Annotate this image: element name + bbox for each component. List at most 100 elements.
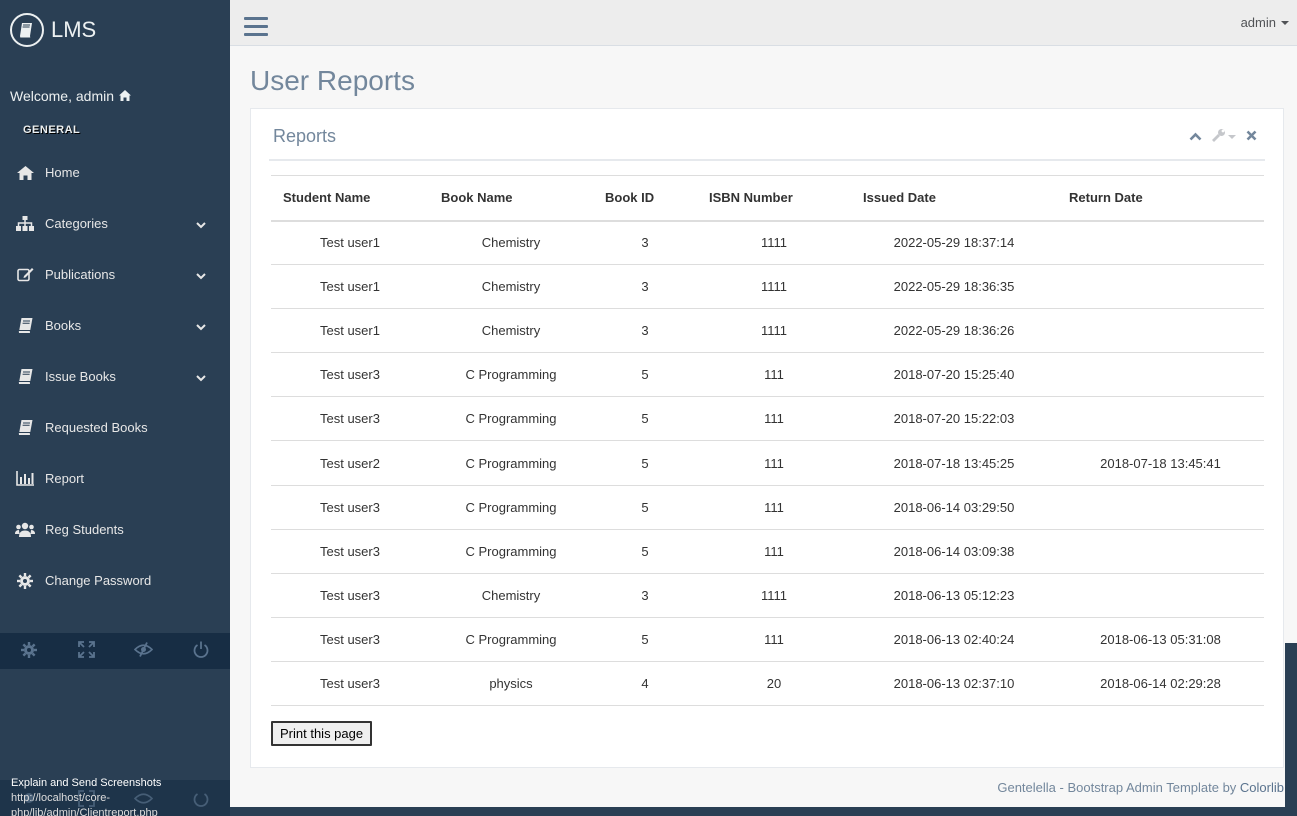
column-header-isbn: ISBN Number <box>697 175 851 222</box>
user-profile-dropdown[interactable]: admin <box>1241 15 1289 30</box>
table-row: Test user1 Chemistry 3 1111 2022-05-29 18:37… <box>271 220 1264 265</box>
sidebar: LMS Welcome, admin GENERAL Home Categori… <box>0 0 230 816</box>
chevron-down-icon <box>196 370 206 385</box>
issued-date-cell: 2022-05-29 18:36:35 <box>851 264 1057 309</box>
colorlib-link[interactable]: Colorlib <box>1240 780 1284 795</box>
sidebar-section-title: GENERAL <box>23 124 81 136</box>
menu-toggle-button[interactable] <box>244 17 268 39</box>
book-icon <box>15 368 35 386</box>
book-icon <box>15 419 35 437</box>
table-row: Test user3 C Programming 5 111 2018-06-13 02… <box>271 617 1264 662</box>
users-icon <box>15 521 35 539</box>
book-name-cell: Chemistry <box>429 264 593 309</box>
caret-down-icon <box>1228 134 1236 139</box>
column-header-student-name: Student Name <box>271 175 429 222</box>
student-name-cell: Test user3 <box>271 573 429 618</box>
chevron-down-icon <box>196 217 206 232</box>
print-button[interactable]: Print this page <box>271 721 373 746</box>
table-row: Test user2 C Programming 5 111 2018-07-18 13… <box>271 440 1264 486</box>
isbn-cell: 20 <box>697 661 851 706</box>
book-id-cell: 5 <box>593 617 697 662</box>
user-name: admin <box>1240 15 1276 30</box>
book-id-cell: 3 <box>593 308 697 353</box>
power-icon <box>193 641 209 661</box>
settings-button[interactable] <box>0 633 58 669</box>
sidebar-item-label: Reg Students <box>45 522 124 537</box>
sidebar-item-label: Change Password <box>45 573 152 588</box>
bar-chart-icon <box>15 470 35 488</box>
table-row: Test user3 C Programming 5 111 2018-06-14 03… <box>271 529 1264 574</box>
book-id-cell: 5 <box>593 352 697 397</box>
student-name-cell: Test user1 <box>271 264 429 309</box>
sidebar-item-publications[interactable]: Publications <box>0 249 230 300</box>
isbn-cell: 111 <box>697 352 851 397</box>
book-id-cell: 5 <box>593 440 697 486</box>
sidebar-item-label: Categories <box>45 216 108 231</box>
brand[interactable]: LMS <box>0 0 230 60</box>
book-name-cell: Chemistry <box>429 220 593 265</box>
return-date-cell: 2018-07-18 13:45:41 <box>1057 440 1264 486</box>
sidebar-item-categories[interactable]: Categories <box>0 198 230 249</box>
student-name-cell: Test user3 <box>271 661 429 706</box>
settings-icon <box>20 641 37 661</box>
student-name-cell: Test user3 <box>271 529 429 574</box>
student-name-cell: Test user3 <box>271 352 429 397</box>
sidebar-item-change-password[interactable]: Change Password <box>0 555 230 606</box>
fullscreen-button[interactable] <box>58 633 116 669</box>
sidebar-item-requested-books[interactable]: Requested Books <box>0 402 230 453</box>
column-header-book-id: Book ID <box>593 175 697 222</box>
return-date-cell: 2018-06-14 02:29:28 <box>1057 661 1264 706</box>
table-row: Test user3 Chemistry 3 1111 2018-06-13 05:12… <box>271 573 1264 618</box>
sidebar-item-books[interactable]: Books <box>0 300 230 351</box>
chevron-up-icon <box>1189 129 1202 144</box>
book-id-cell: 3 <box>593 220 697 265</box>
settings-dropdown-button[interactable] <box>1212 128 1236 145</box>
eye-slash-icon <box>134 642 154 660</box>
panel-title: Reports <box>273 126 337 146</box>
issued-date-cell: 2018-06-13 02:40:24 <box>851 617 1057 662</box>
panel-divider <box>269 159 1265 161</box>
footer-text: Gentelella - Bootstrap Admin Template by <box>997 780 1240 795</box>
brand-title: LMS <box>51 17 97 42</box>
book-name-cell: C Programming <box>429 529 593 574</box>
book-id-cell: 5 <box>593 529 697 574</box>
table-row: Test user3 C Programming 5 111 2018-07-20 15… <box>271 396 1264 441</box>
logout-button[interactable] <box>173 633 231 669</box>
student-name-cell: Test user2 <box>271 440 429 486</box>
fullscreen-icon <box>77 641 95 661</box>
browser-status-bar: Explain and Send Screenshots http://loca… <box>0 774 262 816</box>
hamburger-icon <box>244 25 268 28</box>
sidebar-item-report[interactable]: Report <box>0 453 230 504</box>
panel-toolbox <box>1189 128 1257 145</box>
isbn-cell: 111 <box>697 396 851 441</box>
sidebar-item-label: Report <box>45 471 85 486</box>
wrench-icon <box>1212 128 1226 145</box>
book-name-cell: C Programming <box>429 352 593 397</box>
isbn-cell: 111 <box>697 485 851 530</box>
isbn-cell: 111 <box>697 440 851 486</box>
close-button[interactable] <box>1246 129 1257 144</box>
sidebar-item-home[interactable]: Home <box>0 147 230 198</box>
return-date-cell <box>1057 352 1264 397</box>
home-icon <box>119 88 132 104</box>
book-name-cell: C Programming <box>429 485 593 530</box>
sitemap-icon <box>15 215 35 233</box>
column-header-return-date: Return Date <box>1057 175 1264 222</box>
column-header-book-name: Book Name <box>429 175 593 222</box>
book-name-cell: C Programming <box>429 617 593 662</box>
welcome-message: Welcome, admin <box>0 60 230 110</box>
isbn-cell: 1111 <box>697 308 851 353</box>
student-name-cell: Test user1 <box>271 220 429 265</box>
top-navbar: admin <box>230 0 1297 46</box>
lock-button[interactable] <box>115 633 173 669</box>
sidebar-item-reg-students[interactable]: Reg Students <box>0 504 230 555</box>
book-logo-icon <box>10 13 44 47</box>
collapse-button[interactable] <box>1189 129 1202 144</box>
return-date-cell <box>1057 529 1264 574</box>
book-id-cell: 3 <box>593 264 697 309</box>
sidebar-item-label: Publications <box>45 267 116 282</box>
header-row: Student Name Book Name Book ID ISBN Numb… <box>271 175 1264 222</box>
table-body: Test user1 Chemistry 3 1111 2022-05-29 18:37… <box>271 220 1264 706</box>
issued-date-cell: 2018-07-18 13:45:25 <box>851 440 1057 486</box>
sidebar-item-issue-books[interactable]: Issue Books <box>0 351 230 402</box>
